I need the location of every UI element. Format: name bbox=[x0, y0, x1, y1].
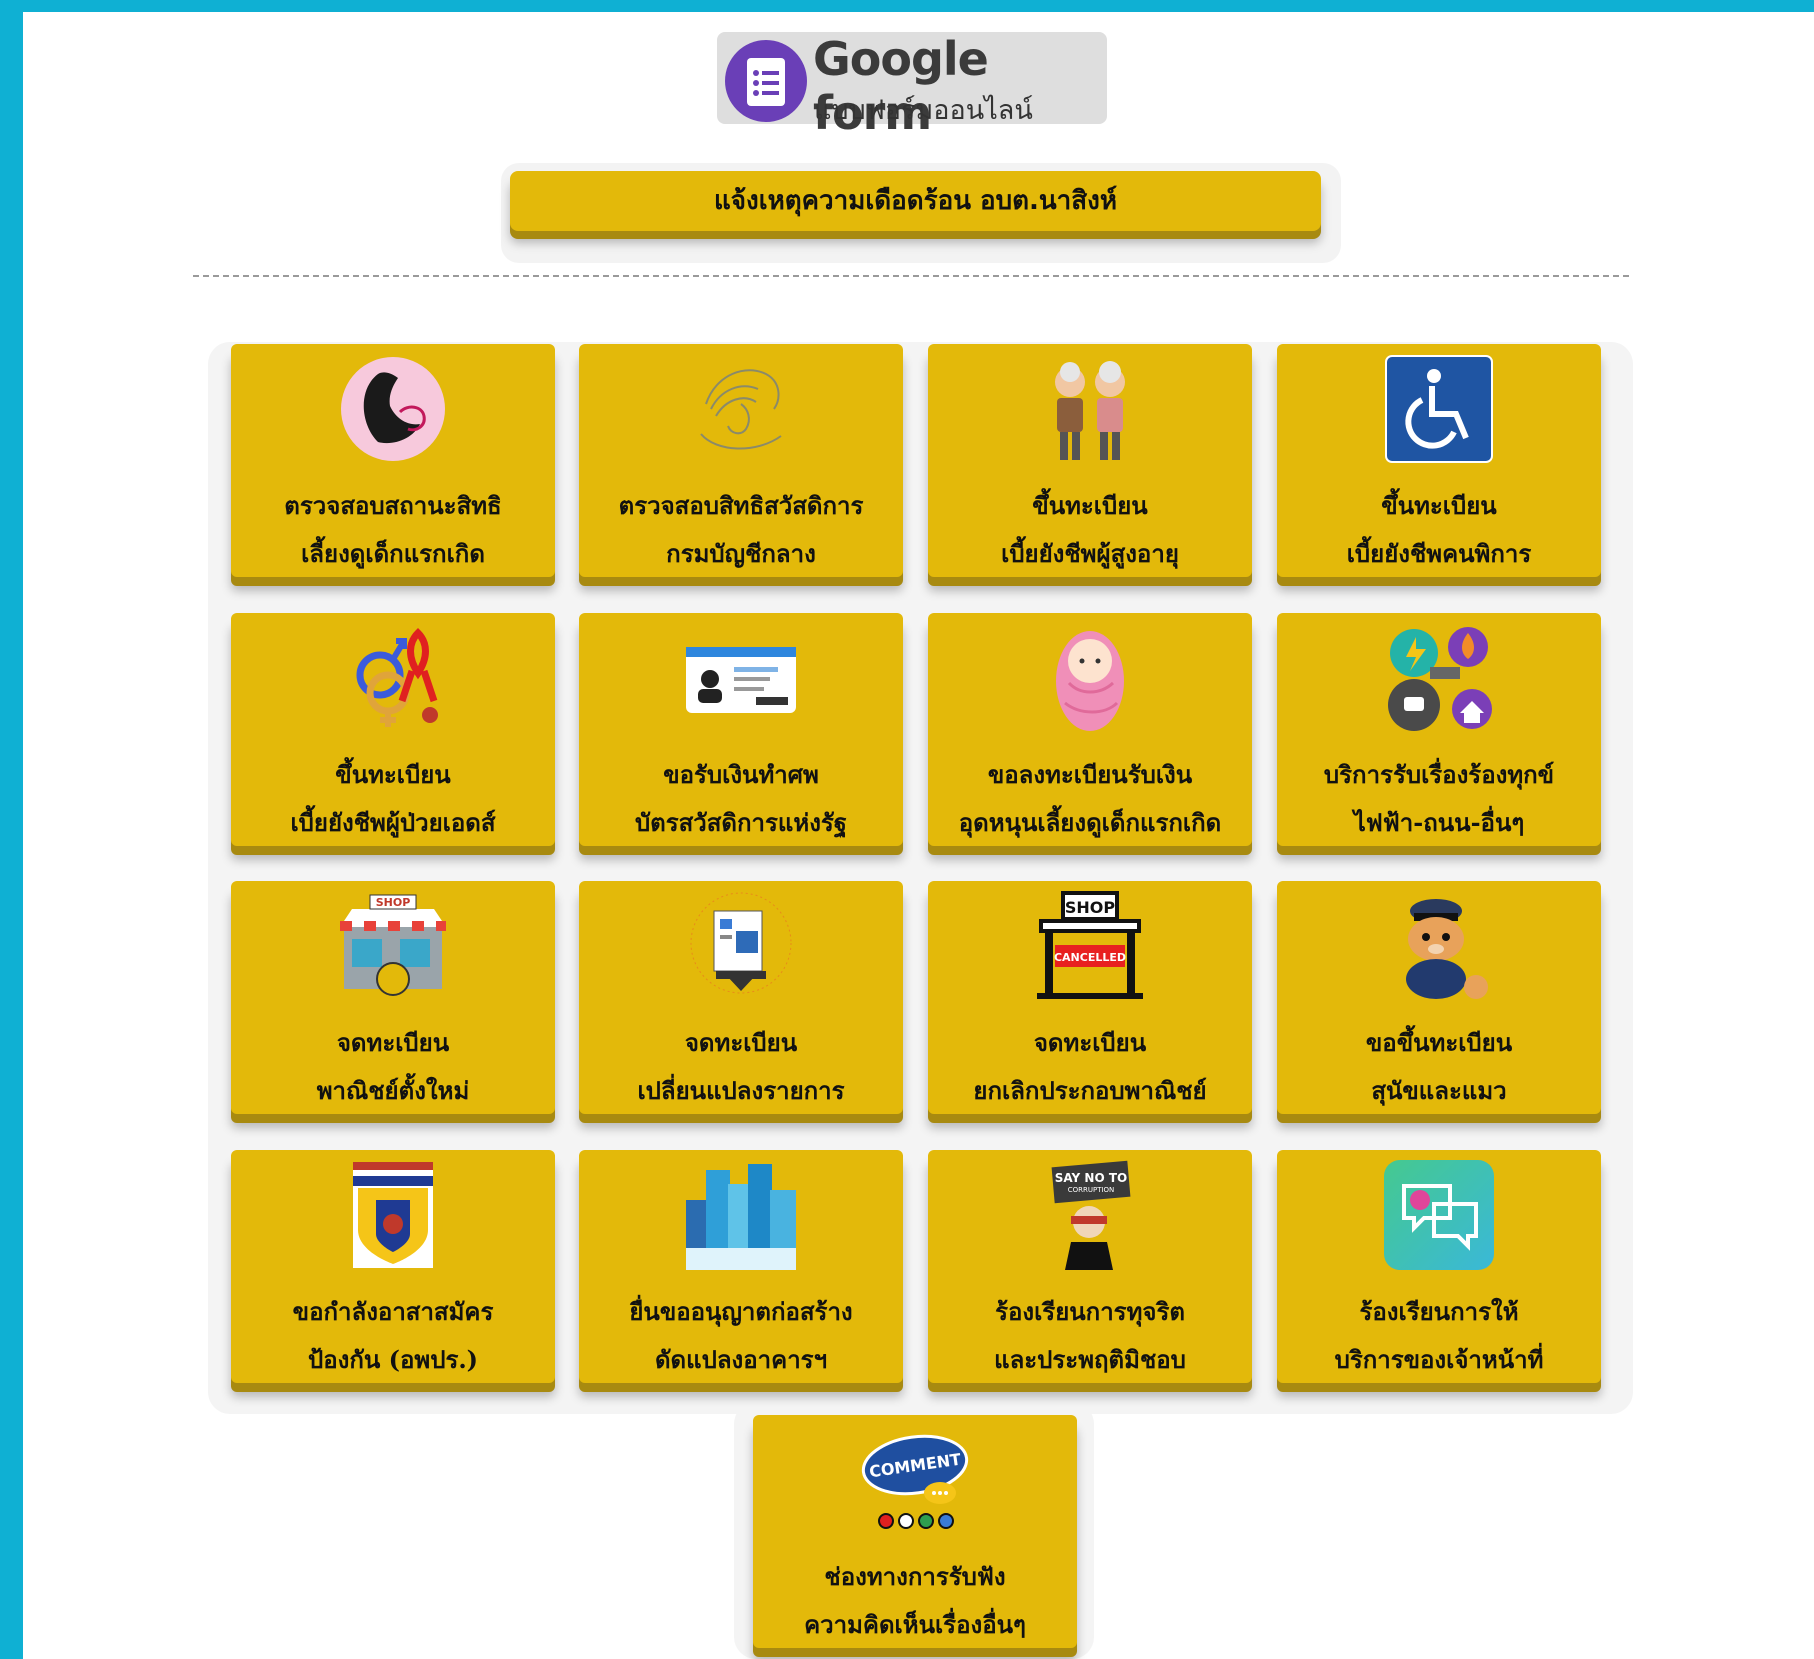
shop-cancelled-icon: SHOP CANCELLED bbox=[1035, 891, 1145, 1001]
google-form-logo: Google form แบบฟอร์มออนไลน์ bbox=[717, 32, 1107, 140]
tile-label-line1: บริการรับเรื่องร้องทุกข์ bbox=[1323, 760, 1555, 789]
utilities-icon bbox=[1384, 623, 1494, 733]
tile-label-line2: เบี้ยยังชีพผู้สูงอายุ bbox=[1001, 539, 1179, 568]
shop-icon: SHOP bbox=[338, 891, 448, 1001]
page: Google form แบบฟอร์มออนไลน์ แจ้งเหตุความ… bbox=[23, 12, 1814, 1659]
tile-newborn-status[interactable]: ตรวจสอบสถานะสิทธิ เลี้ยงดูเด็กแรกเกิด bbox=[231, 344, 555, 577]
tile-label-line1: ตรวจสอบสิทธิสวัสดิการ bbox=[618, 491, 864, 520]
tile-label-line1: ขึ้นทะเบียน bbox=[335, 760, 451, 789]
wheelchair-icon bbox=[1384, 354, 1494, 464]
tile-change-registration[interactable]: จดทะเบียน เปลี่ยนแปลงรายการ bbox=[579, 881, 903, 1114]
tile-feedback-channel[interactable]: COMMENT ช่องทางการรับฟัง ความคิดเห็นเรื่… bbox=[753, 1415, 1077, 1648]
tile-label-line2: กรมบัญชีกลาง bbox=[666, 539, 816, 568]
report-trouble-button[interactable]: แจ้งเหตุความเดือดร้อน อบต.นาสิงห์ bbox=[510, 171, 1321, 231]
divider bbox=[193, 275, 1629, 277]
tile-label-line1: จดทะเบียน bbox=[336, 1028, 450, 1057]
tile-label-line1: ขึ้นทะเบียน bbox=[1381, 491, 1497, 520]
google-forms-icon bbox=[725, 40, 807, 122]
say-no-to-corruption-icon: SAY NO TO CORRUPTION bbox=[1035, 1160, 1145, 1270]
svg-text:SHOP: SHOP bbox=[1065, 898, 1116, 917]
tile-pet-registration[interactable]: ขอขึ้นทะเบียน สุนัขและแมว bbox=[1277, 881, 1601, 1114]
tile-disability-allowance[interactable]: ขึ้นทะเบียน เบี้ยยังชีพคนพิการ bbox=[1277, 344, 1601, 577]
register-now-icon bbox=[686, 891, 796, 1001]
tile-label-line1: ยื่นขออนุญาตก่อสร้าง bbox=[629, 1297, 853, 1326]
tile-utility-complaints[interactable]: บริการรับเรื่องร้องทุกข์ ไฟฟ้า-ถนน-อื่นๆ bbox=[1277, 613, 1601, 846]
svg-text:SHOP: SHOP bbox=[376, 896, 411, 909]
svg-text:CANCELLED: CANCELLED bbox=[1054, 951, 1126, 964]
mother-baby-icon bbox=[338, 354, 448, 464]
chat-bubbles-icon bbox=[1384, 1160, 1494, 1270]
tile-label-line2: เลี้ยงดูเด็กแรกเกิด bbox=[301, 539, 485, 568]
aids-ribbon-icon bbox=[338, 623, 448, 733]
logo-subtitle: แบบฟอร์มออนไลน์ bbox=[814, 95, 1033, 126]
tile-label-line2: ดัดแปลงอาคารฯ bbox=[654, 1345, 828, 1374]
welfare-card-icon bbox=[686, 623, 796, 733]
tile-label-line2: บริการของเจ้าหน้าที่ bbox=[1334, 1345, 1544, 1374]
tile-label-line2: และประพฤติมิชอบ bbox=[994, 1345, 1186, 1374]
tile-label-line1: ขอรับเงินทำศพ bbox=[663, 760, 819, 789]
tile-label-line2: สุนัขและแมว bbox=[1371, 1076, 1507, 1105]
tile-label-line2: เบี้ยยังชีพผู้ป่วยเอดส์ bbox=[290, 808, 496, 837]
tile-civil-defense-volunteers[interactable]: ขอกำลังอาสาสมัคร ป้องกัน (อพปร.) bbox=[231, 1150, 555, 1383]
tile-label-line1: ตรวจสอบสถานะสิทธิ bbox=[284, 491, 502, 520]
tile-label-line1: ขึ้นทะเบียน bbox=[1032, 491, 1148, 520]
comptroller-garuda-icon bbox=[686, 354, 796, 464]
tile-label-line2: ไฟฟ้า-ถนน-อื่นๆ bbox=[1353, 808, 1525, 837]
tile-corruption-complaint[interactable]: SAY NO TO CORRUPTION ร้องเรียนการทุจริต … bbox=[928, 1150, 1252, 1383]
elderly-couple-icon bbox=[1035, 354, 1145, 464]
tile-label-line1: ช่องทางการรับฟัง bbox=[824, 1562, 1006, 1591]
tile-label-line1: จดทะเบียน bbox=[1033, 1028, 1147, 1057]
tile-aids-allowance[interactable]: ขึ้นทะเบียน เบี้ยยังชีพผู้ป่วยเอดส์ bbox=[231, 613, 555, 846]
police-cat-icon bbox=[1384, 891, 1494, 1001]
tile-new-commerce-registration[interactable]: SHOP จดทะเบียน พาณิชย์ตั้งใหม่ bbox=[231, 881, 555, 1114]
tile-label-line2: ป้องกัน (อพปร.) bbox=[307, 1345, 479, 1374]
tile-label-line2: เบี้ยยังชีพคนพิการ bbox=[1346, 539, 1532, 568]
tile-elderly-allowance[interactable]: ขึ้นทะเบียน เบี้ยยังชีพผู้สูงอายุ bbox=[928, 344, 1252, 577]
tile-label-line1: ขอลงทะเบียนรับเงิน bbox=[987, 760, 1193, 789]
tile-label-line1: ขอกำลังอาสาสมัคร bbox=[292, 1297, 494, 1326]
tile-label-line1: ร้องเรียนการให้ bbox=[1359, 1297, 1519, 1326]
civil-defense-shield-icon bbox=[338, 1160, 448, 1270]
tile-funeral-welfare[interactable]: ขอรับเงินทำศพ บัตรสวัสดิการแห่งรัฐ bbox=[579, 613, 903, 846]
tile-cancel-commerce[interactable]: SHOP CANCELLED จดทะเบียน ยกเลิกประกอบพาณ… bbox=[928, 881, 1252, 1114]
tile-staff-service-complaint[interactable]: ร้องเรียนการให้ บริการของเจ้าหน้าที่ bbox=[1277, 1150, 1601, 1383]
tile-label-line1: จดทะเบียน bbox=[684, 1028, 798, 1057]
tile-label-line2: พาณิชย์ตั้งใหม่ bbox=[316, 1076, 470, 1105]
tile-newborn-subsidy[interactable]: ขอลงทะเบียนรับเงิน อุดหนุนเลี้ยงดูเด็กแร… bbox=[928, 613, 1252, 846]
buildings-icon bbox=[686, 1160, 796, 1270]
tile-label-line1: ร้องเรียนการทุจริต bbox=[995, 1297, 1185, 1326]
svg-text:CORRUPTION: CORRUPTION bbox=[1068, 1186, 1115, 1194]
newborn-icon bbox=[1035, 623, 1145, 733]
tile-comptroller-welfare[interactable]: ตรวจสอบสิทธิสวัสดิการ กรมบัญชีกลาง bbox=[579, 344, 903, 577]
svg-text:SAY NO TO: SAY NO TO bbox=[1055, 1171, 1127, 1185]
comment-icon: COMMENT bbox=[860, 1425, 970, 1535]
tile-label-line2: บัตรสวัสดิการแห่งรัฐ bbox=[634, 808, 848, 837]
tile-label-line1: ขอขึ้นทะเบียน bbox=[1365, 1028, 1513, 1057]
tile-label-line2: เปลี่ยนแปลงรายการ bbox=[637, 1076, 845, 1105]
tile-label-line2: ยกเลิกประกอบพาณิชย์ bbox=[973, 1076, 1207, 1105]
tile-label-line2: ความคิดเห็นเรื่องอื่นๆ bbox=[804, 1610, 1026, 1639]
tile-building-permit[interactable]: ยื่นขออนุญาตก่อสร้าง ดัดแปลงอาคารฯ bbox=[579, 1150, 903, 1383]
tile-label-line2: อุดหนุนเลี้ยงดูเด็กแรกเกิด bbox=[958, 808, 1222, 837]
